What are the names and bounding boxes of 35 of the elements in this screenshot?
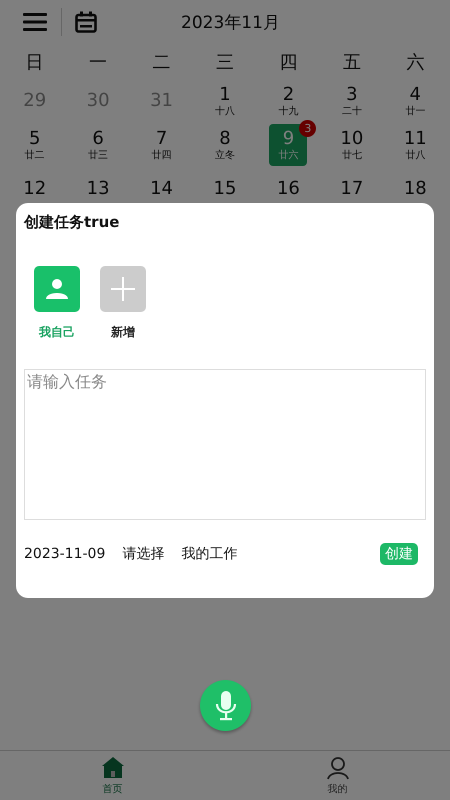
- day-cell[interactable]: 2 十九: [269, 80, 308, 122]
- weekday-label: 四: [278, 51, 298, 74]
- home-icon: [100, 756, 124, 780]
- create-button[interactable]: 创建: [380, 543, 418, 565]
- weekday-label: 六: [405, 51, 426, 74]
- microphone-icon: [214, 690, 236, 720]
- day-cell[interactable]: 8 立冬: [206, 124, 244, 166]
- nav-tab[interactable]: 首页: [0, 751, 225, 800]
- task-input[interactable]: 请输入任务: [24, 369, 426, 520]
- nav-tab[interactable]: 我的: [225, 751, 450, 800]
- weekday-label: 三: [214, 51, 235, 74]
- day-cell[interactable]: 3 二十: [332, 80, 371, 122]
- weekday-label: 二: [152, 51, 172, 74]
- month-title: 2023年11月: [181, 12, 280, 34]
- day-cell[interactable]: 10 廿七: [332, 124, 371, 166]
- day-cell[interactable]: 4 廿一: [396, 80, 434, 122]
- weekday-label: 五: [342, 51, 362, 74]
- microphone-button[interactable]: [200, 680, 251, 731]
- day-cell[interactable]: 1 十八: [206, 80, 244, 122]
- person-icon: [45, 277, 69, 301]
- menu-button[interactable]: [23, 12, 47, 32]
- calendar-button[interactable]: [75, 11, 97, 33]
- day-cell[interactable]: 11 廿八: [396, 124, 434, 166]
- weekday-label: 一: [88, 51, 108, 74]
- count-badge: 3: [299, 120, 316, 137]
- weekday-label: 日: [24, 51, 45, 74]
- category-field[interactable]: 我的工作: [181, 545, 238, 563]
- day-cell[interactable]: 5 廿二: [16, 124, 54, 166]
- person-icon: [326, 756, 350, 780]
- date-value[interactable]: 2023-11-09: [24, 546, 106, 562]
- day-cell[interactable]: 7 廿四: [142, 124, 181, 166]
- plus-icon: [111, 277, 135, 301]
- picker-field[interactable]: 请选择: [122, 545, 164, 563]
- dialog-title: 创建任务true: [24, 213, 120, 232]
- day-cell[interactable]: 6 廿三: [79, 124, 118, 166]
